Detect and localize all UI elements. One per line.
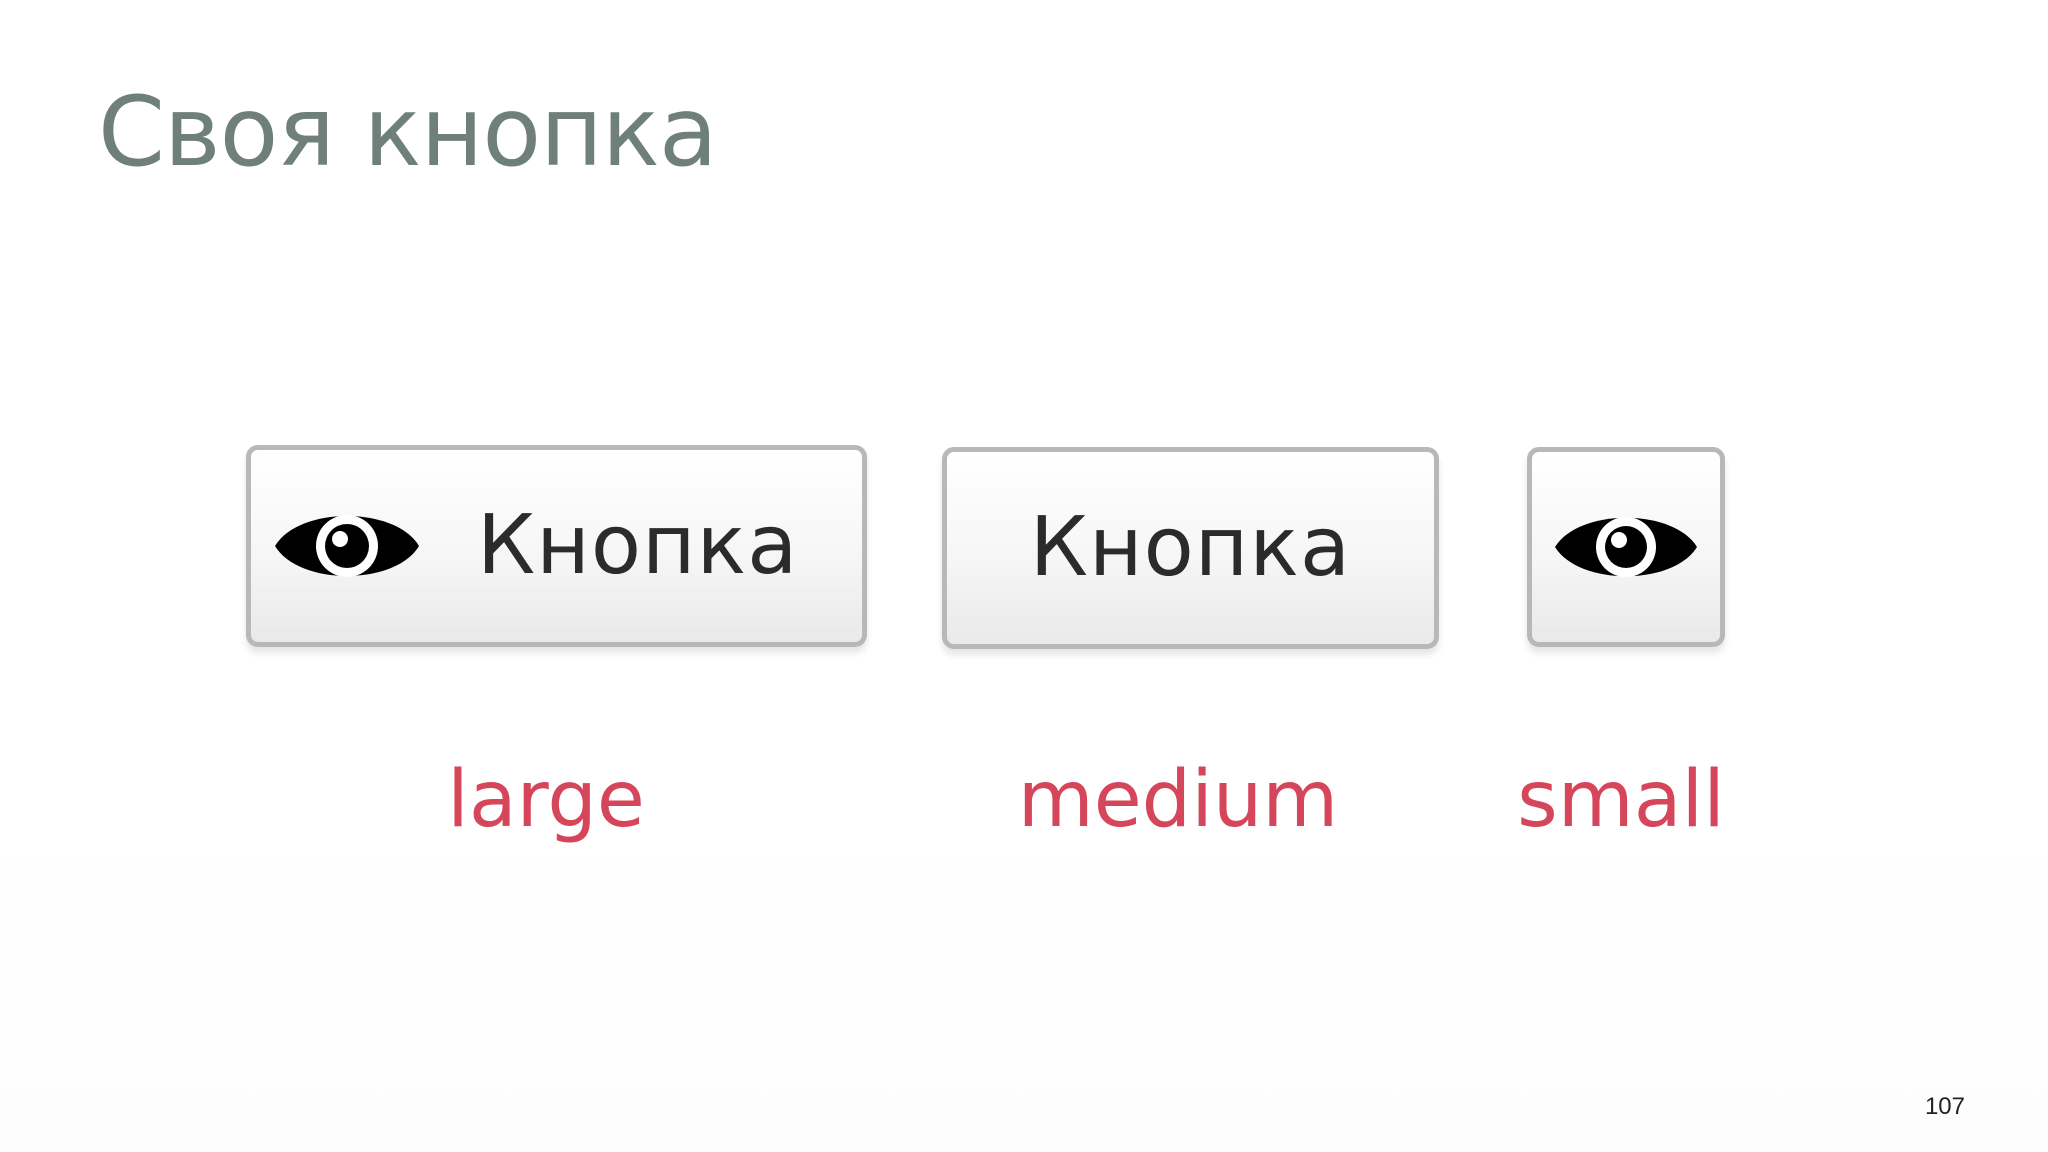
- size-label-medium: medium: [1017, 755, 1339, 845]
- page-number: 107: [1924, 1093, 1965, 1120]
- small-button[interactable]: [1527, 447, 1725, 647]
- slide-title: Своя кнопка: [98, 76, 718, 188]
- eye-icon: [1555, 517, 1697, 577]
- large-button-label: Кнопка: [477, 498, 799, 593]
- large-button[interactable]: Кнопка: [246, 445, 867, 647]
- medium-button[interactable]: Кнопка: [942, 447, 1439, 649]
- size-label-large: large: [447, 755, 645, 845]
- slide: Своя кнопка Кнопка Кнопка large medium s…: [0, 0, 2048, 1152]
- medium-button-label: Кнопка: [1029, 500, 1352, 595]
- eye-icon: [275, 515, 419, 577]
- size-label-small: small: [1517, 755, 1725, 845]
